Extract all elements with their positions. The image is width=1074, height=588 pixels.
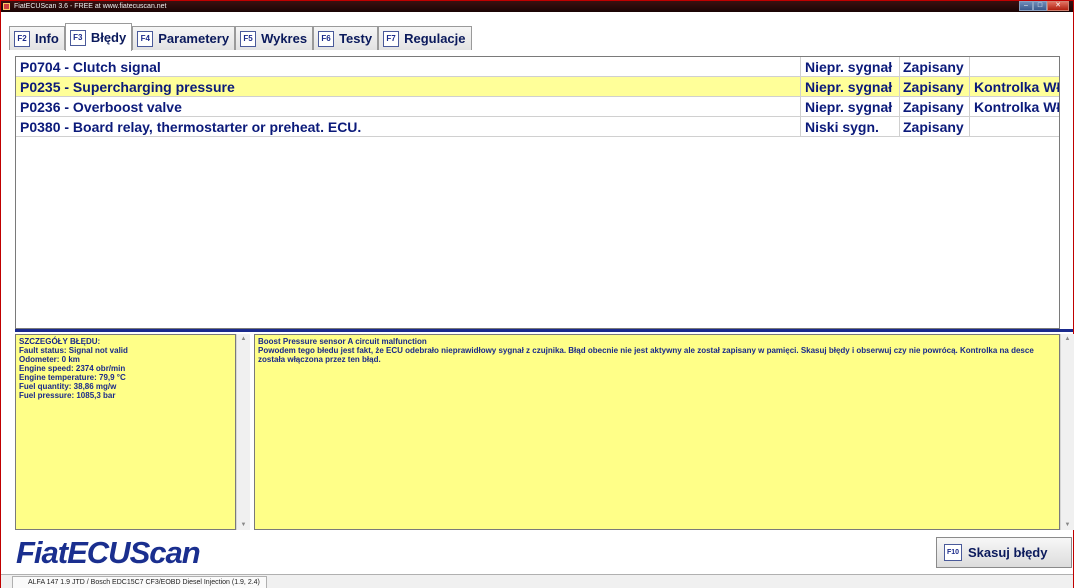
maximize-button[interactable]: □ — [1033, 1, 1047, 11]
minimize-button[interactable]: – — [1019, 1, 1033, 11]
error-lamp: Kontrolka WŁ — [974, 79, 1060, 95]
tab-bar: F2 Info F3 Błędy F4 Parametery F5 Wykres… — [9, 23, 472, 51]
f6-key-icon: F6 — [318, 30, 335, 47]
scroll-up-icon[interactable]: ▲ — [237, 334, 250, 344]
error-row-selected[interactable]: P0235 - Supercharging pressure Niepr. sy… — [16, 77, 1060, 97]
tab-parameters[interactable]: F4 Parametery — [132, 26, 236, 50]
detail-line: Engine temperature: 79,9 °C — [19, 373, 126, 382]
error-status: Zapisany — [900, 97, 970, 116]
error-list: P0704 - Clutch signal Niepr. sygnał Zapi… — [15, 56, 1060, 329]
error-status: Zapisany — [900, 77, 970, 96]
tab-label: Parametery — [158, 31, 230, 46]
error-signal: Niepr. sygnał — [801, 77, 900, 96]
clear-errors-button[interactable]: F10 Skasuj błędy — [936, 537, 1072, 568]
f5-key-icon: F5 — [240, 30, 257, 47]
f3-key-icon: F3 — [69, 29, 86, 46]
scroll-down-icon[interactable]: ▼ — [1061, 520, 1074, 530]
tab-adjustments[interactable]: F7 Regulacje — [378, 26, 472, 50]
status-bar: ALFA 147 1.9 JTD / Bosch EDC15C7 CF3/EOB… — [1, 574, 1073, 588]
detail-line: Engine speed: 2374 obr/min — [19, 364, 126, 373]
error-row[interactable]: P0380 - Board relay, thermostarter or pr… — [16, 117, 1059, 137]
error-description: P0235 - Supercharging pressure — [16, 77, 801, 96]
tab-label: Błędy — [90, 30, 127, 45]
detail-line: Fuel quantity: 38,86 mg/w — [19, 382, 117, 391]
detail-line: Fuel pressure: 1085,3 bar — [19, 391, 116, 400]
close-button[interactable]: ✕ — [1047, 1, 1069, 11]
f4-key-icon: F4 — [137, 30, 154, 47]
tab-label: Regulacje — [404, 31, 466, 46]
detail-line: Odometer: 0 km — [19, 355, 80, 364]
error-status: Zapisany — [900, 57, 970, 76]
clear-errors-label: Skasuj błędy — [968, 545, 1048, 560]
title-bar: FiatECUScan 3.6 - FREE at www.fiatecusca… — [1, 1, 1073, 12]
error-details-panel[interactable]: SZCZEGÓŁY BŁĘDU: Fault status: Signal no… — [15, 334, 236, 530]
window-title: FiatECUScan 3.6 - FREE at www.fiatecusca… — [14, 3, 167, 10]
error-status: Zapisany — [900, 117, 970, 136]
scroll-down-icon[interactable]: ▼ — [237, 520, 250, 530]
error-lamp — [970, 117, 1059, 136]
f7-key-icon: F7 — [383, 30, 400, 47]
description-text: Powodem tego błedu jest fakt, że ECU ode… — [258, 346, 1034, 364]
app-icon — [3, 3, 10, 10]
tab-label: Testy — [339, 31, 373, 46]
error-description-panel[interactable]: Boost Pressure sensor A circuit malfunct… — [254, 334, 1060, 530]
tab-chart[interactable]: F5 Wykres — [235, 26, 314, 50]
error-description: P0380 - Board relay, thermostarter or pr… — [16, 117, 801, 136]
error-description: P0704 - Clutch signal — [16, 57, 801, 76]
tab-tests[interactable]: F6 Testy — [313, 26, 379, 50]
vehicle-ecu-status: ALFA 147 1.9 JTD / Bosch EDC15C7 CF3/EOB… — [12, 576, 267, 588]
error-row[interactable]: P0236 - Overboost valve Niepr. sygnał Za… — [16, 97, 1060, 117]
description-scrollbar[interactable]: ▲ ▼ — [1060, 334, 1074, 530]
error-signal: Niepr. sygnał — [801, 57, 900, 76]
error-lamp — [970, 57, 1059, 76]
details-header: SZCZEGÓŁY BŁĘDU: — [19, 337, 101, 346]
detail-line: Fault status: Signal not valid — [19, 346, 128, 355]
app-logo: FiatECUScan — [16, 535, 201, 570]
f2-key-icon: F2 — [14, 30, 30, 47]
error-row[interactable]: P0704 - Clutch signal Niepr. sygnał Zapi… — [16, 57, 1059, 77]
scroll-up-icon[interactable]: ▲ — [1061, 334, 1074, 344]
tab-label: Wykres — [261, 31, 308, 46]
tab-errors[interactable]: F3 Błędy — [64, 23, 133, 51]
panel-separator — [15, 329, 1073, 332]
error-signal: Niepr. sygnał — [801, 97, 900, 116]
error-signal: Niski sygn. — [801, 117, 900, 136]
description-title: Boost Pressure sensor A circuit malfunct… — [258, 337, 427, 346]
error-description: P0236 - Overboost valve — [16, 97, 801, 116]
tab-label: Info — [35, 31, 59, 46]
details-scrollbar[interactable]: ▲ ▼ — [236, 334, 250, 530]
error-lamp: Kontrolka WŁ — [974, 99, 1060, 115]
app-window: FiatECUScan 3.6 - FREE at www.fiatecusca… — [0, 0, 1074, 588]
f10-key-icon: F10 — [944, 544, 962, 561]
tab-info[interactable]: F2 Info — [9, 26, 65, 50]
